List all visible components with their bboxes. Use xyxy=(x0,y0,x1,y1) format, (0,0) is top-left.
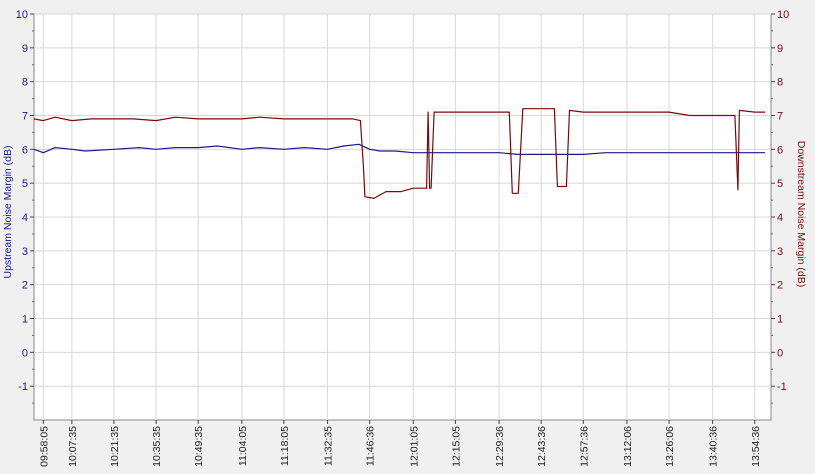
y-left-tick-label: 3 xyxy=(22,246,28,258)
x-tick-label: 12:57:36 xyxy=(578,426,590,467)
y-right-tick-label: 9 xyxy=(777,43,783,55)
y-left-tick-label: 0 xyxy=(22,347,28,359)
x-tick-label: 10:35:35 xyxy=(151,426,163,467)
y-right-tick-label: 10 xyxy=(777,9,789,21)
x-tick-label: 11:18:05 xyxy=(279,426,291,466)
x-tick-label: 09:58:05 xyxy=(38,426,50,467)
x-tick-label: 10:07:35 xyxy=(67,426,79,467)
y-right-axis-label: Downstream Noise Margin (dB) xyxy=(795,141,807,287)
y-left-tick-label: 2 xyxy=(22,280,28,292)
y-right-tick-label: 5 xyxy=(777,178,783,190)
x-tick-label: 12:43:36 xyxy=(536,426,548,467)
y-right-tick-label: 2 xyxy=(777,280,783,292)
y-left-tick-label: 9 xyxy=(22,43,28,55)
y-left-tick-label: 6 xyxy=(22,144,28,156)
x-tick-label: 12:29:36 xyxy=(494,426,506,467)
y-right-tick-label: 3 xyxy=(777,246,783,258)
x-tick-label: 13:12:06 xyxy=(622,426,634,467)
y-right-tick-label: 7 xyxy=(777,111,783,123)
y-right-tick-label: -1 xyxy=(777,381,787,393)
x-tick-label: 13:40:36 xyxy=(708,426,720,467)
noise-margin-chart: -1 -1 0 0 1 1 2 2 3 3 4 4 5 5 6 6 7 7 8 8 9 9 10 10 09:58:05 10:0… xyxy=(2,9,807,467)
y-left-tick-label: 10 xyxy=(16,9,28,21)
x-tick-label: 12:01:05 xyxy=(408,426,420,467)
y-right-tick-label: 1 xyxy=(777,314,783,326)
y-left-tick-label: 4 xyxy=(22,212,28,224)
y-right-tick-label: 0 xyxy=(777,347,783,359)
x-tick-label: 10:21:35 xyxy=(109,426,121,467)
x-tick-label: 10:49:35 xyxy=(193,426,205,467)
x-tick-label: 13:26:06 xyxy=(664,426,676,467)
y-right-tick-label: 6 xyxy=(777,144,783,156)
x-tick-label: 11:46:36 xyxy=(365,426,377,466)
x-tick-label: 13:54:36 xyxy=(750,426,762,467)
x-tick-label: 12:15:05 xyxy=(450,426,462,467)
y-left-tick-label: 8 xyxy=(22,77,28,89)
y-left-axis-label: Upstream Noise Margin (dB) xyxy=(2,145,14,278)
y-right-tick-label: 8 xyxy=(777,77,783,89)
y-left-tick-label: -1 xyxy=(18,381,28,393)
y-right-tick-label: 4 xyxy=(777,212,783,224)
x-tick-label: 11:04:05 xyxy=(237,426,249,466)
y-left-tick-label: 1 xyxy=(22,314,28,326)
x-tick-label: 11:32:35 xyxy=(323,426,335,466)
y-left-tick-label: 7 xyxy=(22,111,28,123)
y-left-tick-label: 5 xyxy=(22,178,28,190)
